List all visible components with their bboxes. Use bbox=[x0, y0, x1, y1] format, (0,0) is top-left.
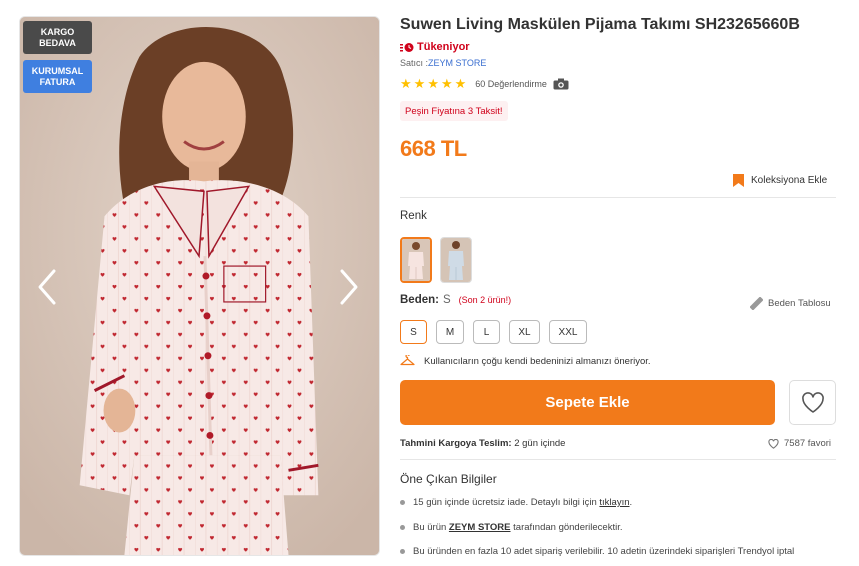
favorite-button[interactable] bbox=[789, 380, 836, 425]
product-title: Suwen Living Maskülen Pijama Takımı SH23… bbox=[400, 16, 800, 34]
size-option-m[interactable]: M bbox=[436, 320, 464, 344]
chevron-left-icon bbox=[38, 269, 56, 305]
installment-promo-label: Peşin Fiyatına 3 Taksit! bbox=[405, 105, 503, 117]
color-swatch-blue[interactable] bbox=[440, 237, 472, 283]
product-brand[interactable]: Suwen bbox=[400, 16, 452, 33]
bullet-icon bbox=[400, 525, 405, 530]
pink-pajama-thumbnail bbox=[402, 239, 430, 281]
bullet-icon bbox=[400, 500, 405, 505]
next-image-button[interactable] bbox=[336, 267, 362, 307]
return-policy-link[interactable]: tıklayın bbox=[599, 497, 629, 508]
star-icon: ★ bbox=[427, 76, 439, 91]
seller-link[interactable]: ZEYM STORE bbox=[428, 58, 486, 68]
hanger-icon bbox=[400, 355, 415, 366]
rating-summary[interactable]: ★ ★ ★ ★ ★ 60 Değerlendirme bbox=[400, 77, 569, 90]
free-shipping-badge-label: KARGO BEDAVA bbox=[39, 26, 76, 48]
bullet-icon bbox=[400, 549, 405, 554]
size-recommendation-text: Kullanıcıların çoğu kendi bedeninizi alm… bbox=[424, 355, 651, 367]
divider bbox=[400, 459, 836, 460]
color-swatch-pink[interactable] bbox=[400, 237, 432, 283]
heart-icon bbox=[801, 391, 824, 413]
size-option-xl[interactable]: XL bbox=[509, 320, 540, 344]
seller-info: Satıcı :ZEYM STORE bbox=[400, 58, 486, 68]
size-recommendation: Kullanıcıların çoğu kendi bedeninizi alm… bbox=[400, 355, 651, 367]
review-count[interactable]: 60 Değerlendirme bbox=[475, 79, 547, 89]
shipper-suffix: tarafından gönderilecektir. bbox=[513, 522, 623, 533]
highlight-item: Bu üründen en fazla 10 adet sipariş veri… bbox=[400, 546, 794, 557]
add-to-collection-label: Koleksiyona Ekle bbox=[751, 175, 828, 186]
corporate-invoice-badge: KURUMSAL FATURA bbox=[23, 60, 92, 93]
product-name: Living Maskülen Pijama Takımı SH23265660… bbox=[456, 16, 800, 33]
size-option-s[interactable]: S bbox=[400, 320, 427, 344]
add-to-collection-button[interactable]: Koleksiyona Ekle bbox=[733, 174, 827, 187]
size-option-l[interactable]: L bbox=[473, 320, 500, 344]
order-limit-text: Bu üründen en fazla 10 adet sipariş veri… bbox=[413, 546, 795, 557]
highlight-return-text: 15 gün içinde ücretsiz iade. Detaylı bil… bbox=[413, 497, 632, 508]
return-policy-text: 15 gün içinde ücretsiz iade. Detaylı bil… bbox=[413, 497, 597, 508]
add-to-cart-button[interactable]: Sepete Ekle bbox=[400, 380, 775, 425]
size-chart-label: Beden Tablosu bbox=[768, 298, 831, 309]
heart-outline-icon bbox=[768, 438, 779, 449]
size-label: Beden: bbox=[400, 294, 439, 306]
seller-prefix: Satıcı : bbox=[400, 58, 429, 68]
ruler-icon bbox=[750, 297, 763, 310]
highlight-seller-text: Bu ürün ZEYM STORE tarafından gönderilec… bbox=[413, 522, 622, 533]
selected-size: S bbox=[442, 294, 451, 306]
corporate-invoice-badge-label: KURUMSAL FATURA bbox=[31, 65, 84, 87]
estimated-delivery: Tahmini Kargoya Teslim: 2 gün içinde bbox=[400, 438, 565, 449]
blue-pajama-thumbnail bbox=[441, 238, 471, 282]
low-stock-icon bbox=[400, 42, 414, 52]
stock-status-label: Tükeniyor bbox=[417, 41, 470, 53]
highlight-item: Bu ürün ZEYM STORE tarafından gönderilec… bbox=[400, 522, 622, 533]
star-icon: ★ bbox=[454, 76, 467, 91]
chevron-right-icon bbox=[340, 269, 358, 305]
shipper-seller-link[interactable]: ZEYM STORE bbox=[449, 522, 511, 533]
color-label: Renk bbox=[400, 210, 427, 222]
size-options: S M L XL XXL bbox=[400, 320, 587, 344]
low-stock-note: (Son 2 ürün!) bbox=[458, 295, 512, 305]
product-price: 668 TL bbox=[400, 136, 467, 161]
installment-promo-badge: Peşin Fiyatına 3 Taksit! bbox=[400, 101, 508, 121]
previous-image-button[interactable] bbox=[34, 267, 60, 307]
delivery-label: Tahmini Kargoya Teslim: bbox=[400, 438, 512, 449]
delivery-value: 2 gün içinde bbox=[514, 438, 566, 449]
return-policy-period: . bbox=[629, 497, 633, 508]
divider bbox=[400, 197, 836, 198]
highlight-item: 15 gün içinde ücretsiz iade. Detaylı bil… bbox=[400, 497, 632, 508]
shipper-prefix: Bu ürün bbox=[413, 522, 447, 533]
size-selection-header: Beden: S (Son 2 ürün!) bbox=[400, 294, 511, 306]
free-shipping-badge: KARGO BEDAVA bbox=[23, 21, 92, 54]
size-chart-link[interactable]: Beden Tablosu bbox=[750, 297, 831, 310]
star-icon: ★ bbox=[440, 76, 453, 91]
favorite-count: 7587 favori bbox=[768, 438, 831, 449]
product-photo bbox=[20, 17, 379, 555]
star-icon: ★ bbox=[413, 76, 426, 91]
highlights-title: Öne Çıkan Bilgiler bbox=[400, 472, 497, 486]
bookmark-icon bbox=[733, 174, 744, 187]
star-icon: ★ bbox=[400, 76, 412, 91]
product-image-gallery[interactable]: KARGO BEDAVA KURUMSAL FATURA bbox=[19, 16, 380, 556]
size-option-xxl[interactable]: XXL bbox=[549, 320, 587, 344]
favorite-count-label: 7587 favori bbox=[784, 438, 832, 449]
stock-status: Tükeniyor bbox=[400, 41, 470, 53]
camera-icon[interactable] bbox=[553, 78, 569, 90]
